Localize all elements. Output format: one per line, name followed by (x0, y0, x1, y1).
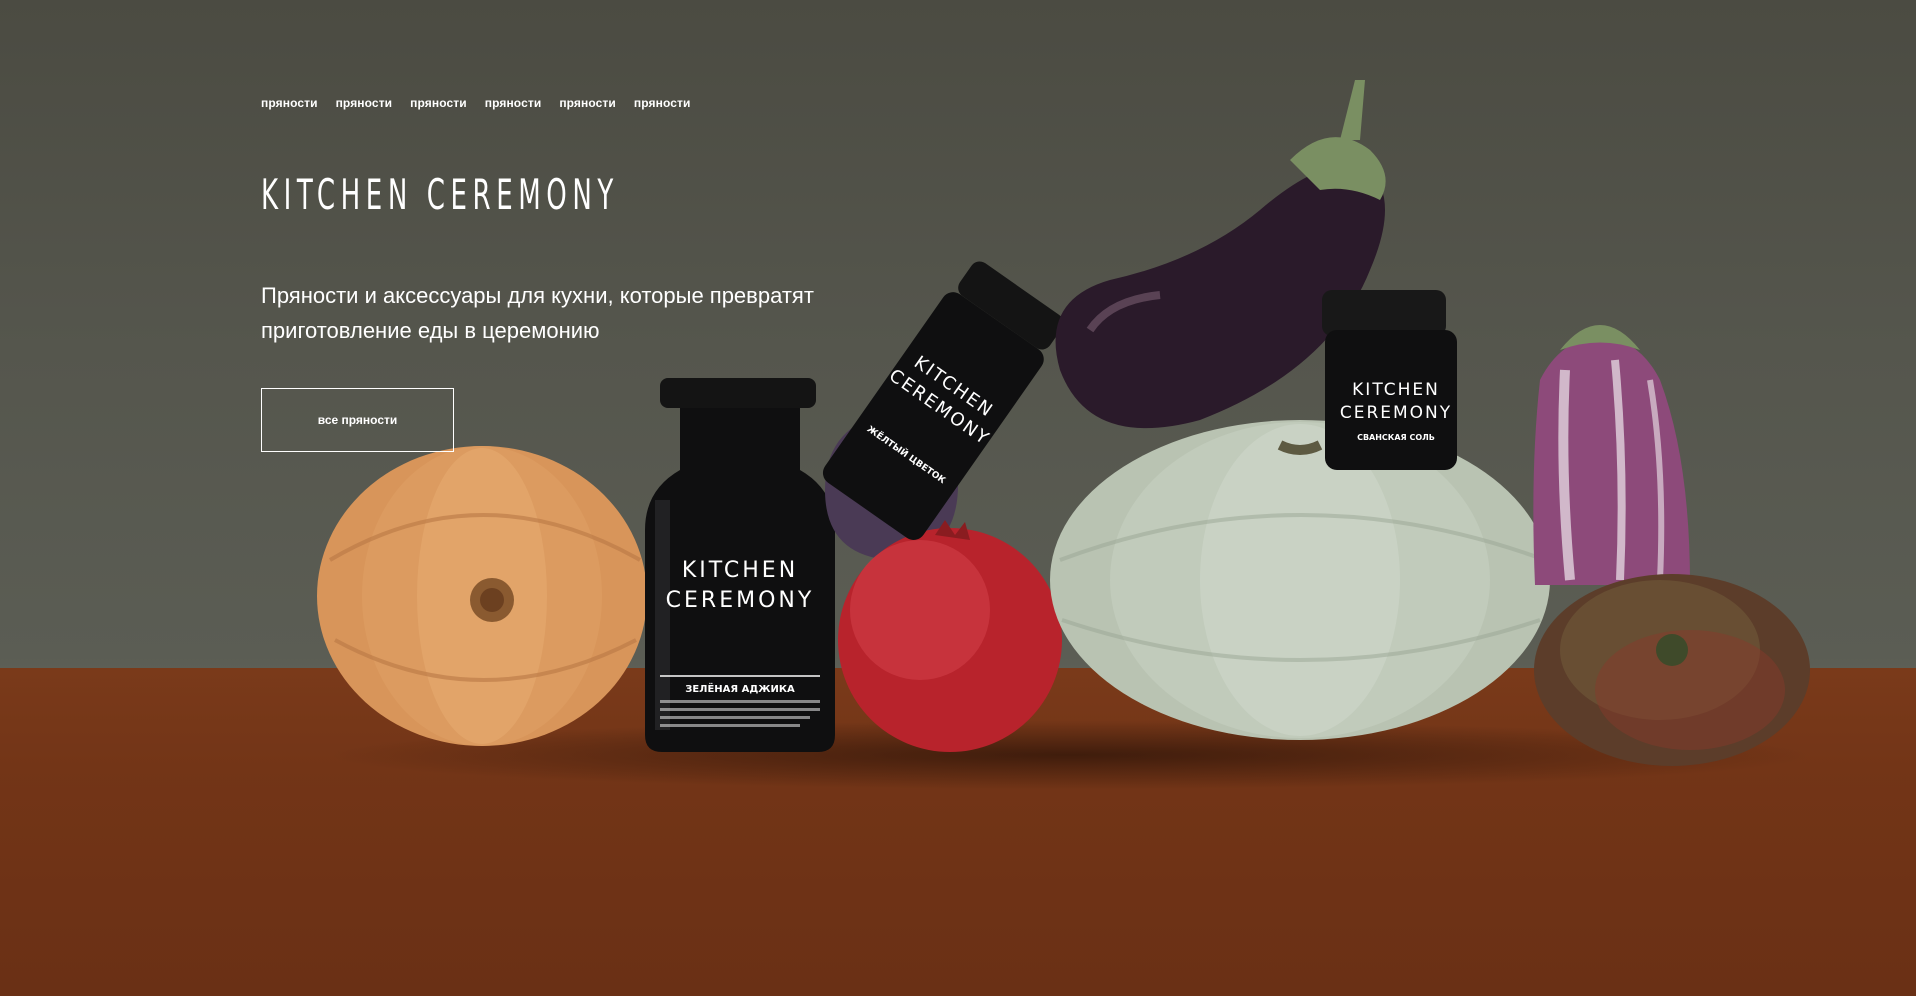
hero-section: KITCHEN CEREMONY ЗЕЛЁНАЯ АДЖИКА KITCHEN … (0, 0, 1916, 996)
small-jar-brand-line1: KITCHEN (1352, 380, 1440, 400)
green-adjika-jar-image: KITCHEN CEREMONY ЗЕЛЁНАЯ АДЖИКА (645, 378, 835, 752)
white-pumpkin-image (1050, 420, 1550, 740)
tomato-image (1534, 574, 1810, 766)
tall-jar-brand-line2: CEREMONY (666, 588, 815, 613)
small-jar-brand-line2: CEREMONY (1340, 403, 1452, 423)
svan-salt-jar-image: KITCHEN CEREMONY СВАНСКАЯ СОЛЬ (1322, 290, 1457, 470)
nav-item-spices-2[interactable]: пряности (336, 96, 393, 110)
orange-pumpkin-image (317, 446, 647, 746)
nav-item-spices-5[interactable]: пряности (559, 96, 616, 110)
small-jar-label: СВАНСКАЯ СОЛЬ (1357, 433, 1435, 442)
hero-tagline: Пряности и аксессуары для кухни, которые… (261, 283, 814, 343)
all-spices-button[interactable]: все пряности (261, 388, 454, 452)
brand-logo-text: KITCHEN CEREMONY (261, 170, 619, 219)
nav-item-spices-3[interactable]: пряности (410, 96, 467, 110)
nav-item-spices-4[interactable]: пряности (485, 96, 542, 110)
tall-jar-label: ЗЕЛЁНАЯ АДЖИКА (685, 681, 795, 695)
nav-item-spices-6[interactable]: пряности (634, 96, 691, 110)
tall-jar-brand-line1: KITCHEN (682, 558, 798, 583)
nav-item-spices-1[interactable]: пряности (261, 96, 318, 110)
yellow-flower-jar-image: KITCHEN CEREMONY ЖЁЛТЫЙ ЦВЕТОК (822, 261, 1064, 540)
striped-eggplant-image (1533, 325, 1690, 585)
product-still-life: KITCHEN CEREMONY ЗЕЛЁНАЯ АДЖИКА KITCHEN … (317, 80, 1810, 766)
top-nav: пряности пряности пряности пряности прян… (261, 96, 690, 110)
